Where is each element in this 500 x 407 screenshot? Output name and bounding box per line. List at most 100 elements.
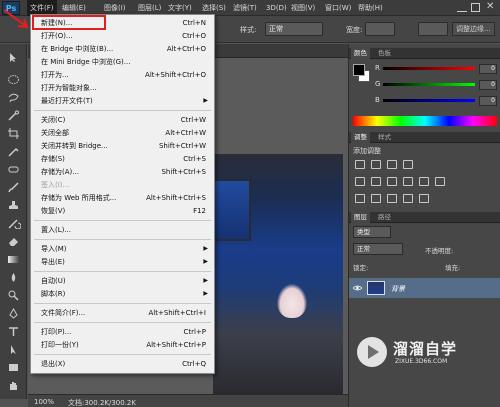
menu-item-revert[interactable]: 恢复(V) F12 xyxy=(31,205,214,217)
pen-tool-icon[interactable] xyxy=(6,308,21,319)
vibrance-icon[interactable] xyxy=(355,177,365,186)
clone-stamp-tool-icon[interactable] xyxy=(6,200,21,211)
menu-item-automate[interactable]: 自动(U) ▶ xyxy=(31,275,214,287)
eye-icon[interactable] xyxy=(353,284,362,292)
blur-tool-icon[interactable] xyxy=(6,272,21,283)
menu-item-close[interactable]: 关闭(C) Ctrl+W xyxy=(31,114,214,126)
layer-name[interactable]: 背景 xyxy=(391,284,405,294)
menu-item-export[interactable]: 导出(E) ▶ xyxy=(31,256,214,268)
gradient-map-icon[interactable] xyxy=(403,194,413,203)
levels-icon[interactable] xyxy=(371,160,381,169)
tab-adjustments[interactable]: 调整 xyxy=(351,132,370,143)
tab-paths[interactable]: 路径 xyxy=(375,212,394,223)
menu-3d[interactable]: 3D(D) xyxy=(266,0,287,16)
close-icon[interactable]: ✕ xyxy=(486,1,494,12)
canvas-image[interactable] xyxy=(213,154,343,394)
marquee-tool-icon[interactable] xyxy=(6,74,21,85)
tab-swatches[interactable]: 色板 xyxy=(375,48,394,59)
menu-item-open[interactable]: 打开(O)... Ctrl+O xyxy=(31,30,214,42)
blue-value[interactable]: 0 xyxy=(479,96,497,106)
color-spectrum[interactable] xyxy=(353,116,497,126)
shape-tool-icon[interactable] xyxy=(6,362,21,373)
width-field[interactable] xyxy=(365,22,395,36)
menu-view[interactable]: 视图(V) xyxy=(291,0,315,16)
invert-icon[interactable] xyxy=(355,194,365,203)
menu-item-scripts[interactable]: 脚本(R) ▶ xyxy=(31,288,214,300)
adjust-edge-button[interactable]: 调整边缘... xyxy=(452,22,495,36)
tab-styles[interactable]: 样式 xyxy=(375,132,394,143)
tab-layers[interactable]: 图层 xyxy=(351,212,370,223)
menu-item-save-for-web[interactable]: 存储为 Web 所用格式... Alt+Shift+Ctrl+S xyxy=(31,192,214,204)
menu-item-place[interactable]: 置入(L)... xyxy=(31,224,214,236)
menu-item-file-info[interactable]: 文件简介(F)... Alt+Shift+Ctrl+I xyxy=(31,307,214,319)
menu-item-recent-files[interactable]: 最近打开文件(T) ▶ xyxy=(31,95,214,107)
lasso-tool-icon[interactable] xyxy=(6,92,21,103)
menu-separator xyxy=(34,220,211,221)
type-tool-icon[interactable] xyxy=(6,326,21,337)
eraser-tool-icon[interactable] xyxy=(6,236,21,247)
red-slider[interactable] xyxy=(383,67,475,70)
height-field[interactable] xyxy=(418,22,448,36)
layer-row-background[interactable]: 背景 xyxy=(349,278,500,298)
crop-tool-icon[interactable] xyxy=(6,128,21,139)
threshold-icon[interactable] xyxy=(387,194,397,203)
menu-item-import[interactable]: 导入(M) ▶ xyxy=(31,243,214,255)
menu-item-close-go-bridge[interactable]: 关闭并转到 Bridge... Shift+Ctrl+W xyxy=(31,140,214,152)
menu-help[interactable]: 帮助(H) xyxy=(358,0,383,16)
menu-item-save[interactable]: 存储(S) Ctrl+S xyxy=(31,153,214,165)
posterize-icon[interactable] xyxy=(371,194,381,203)
green-value[interactable]: 0 xyxy=(479,80,497,90)
menu-item-print[interactable]: 打印(P)... Ctrl+P xyxy=(31,326,214,338)
minimize-icon[interactable] xyxy=(457,2,467,12)
tab-color[interactable]: 颜色 xyxy=(351,48,370,59)
brightness-icon[interactable] xyxy=(355,160,365,169)
fill-label: 填充: xyxy=(445,264,461,272)
submenu-arrow-icon: ▶ xyxy=(203,290,208,297)
menu-item-close-all[interactable]: 关闭全部 Alt+Ctrl+W xyxy=(31,127,214,139)
hue-saturation-icon[interactable] xyxy=(371,177,381,186)
green-slider[interactable] xyxy=(383,83,475,86)
style-select[interactable]: 正常 xyxy=(265,22,323,36)
menu-item-browse-mini-bridge[interactable]: 在 Mini Bridge 中浏览(G)... xyxy=(31,56,214,68)
color-panel-tabs: 颜色 色板 xyxy=(349,48,500,59)
dodge-tool-icon[interactable] xyxy=(6,290,21,301)
red-value[interactable]: 0 xyxy=(479,64,497,74)
play-logo-icon xyxy=(357,337,387,367)
curves-icon[interactable] xyxy=(387,160,397,169)
eyedropper-tool-icon[interactable] xyxy=(6,146,21,157)
color-balance-icon[interactable] xyxy=(387,177,397,186)
menu-item-save-as[interactable]: 存储为(A)... Shift+Ctrl+S xyxy=(31,166,214,178)
foreground-color-swatch[interactable] xyxy=(353,64,365,76)
maximize-icon[interactable] xyxy=(471,3,480,12)
quick-select-tool-icon[interactable] xyxy=(6,110,21,121)
style-label: 样式: xyxy=(240,26,257,34)
layer-filter-select[interactable]: 类型 xyxy=(353,226,391,238)
layer-thumbnail xyxy=(367,281,385,295)
healing-brush-tool-icon[interactable] xyxy=(6,164,21,175)
exposure-icon[interactable] xyxy=(403,160,413,169)
menu-item-open-as[interactable]: 打开为... Alt+Shift+Ctrl+O xyxy=(31,69,214,81)
brush-tool-icon[interactable] xyxy=(6,182,21,193)
path-select-tool-icon[interactable] xyxy=(6,344,21,355)
menu-item-browse-bridge[interactable]: 在 Bridge 中浏览(B)... Alt+Ctrl+O xyxy=(31,43,214,55)
move-tool-icon[interactable] xyxy=(6,52,21,63)
blue-slider[interactable] xyxy=(383,99,475,102)
menu-item-exit[interactable]: 退出(X) Ctrl+Q xyxy=(31,358,214,370)
hand-tool-icon[interactable] xyxy=(6,380,21,391)
history-brush-tool-icon[interactable] xyxy=(6,218,21,229)
status-bar: 100% 文档:300.2K/300.2K xyxy=(28,394,348,407)
blend-mode-select[interactable]: 正常 xyxy=(353,243,403,255)
zoom-level[interactable]: 100% xyxy=(34,398,54,406)
watermark-url: ZIXUE.3D66.COM xyxy=(395,358,448,365)
menu-item-check-in[interactable]: 签入(I)... xyxy=(31,179,214,191)
menu-item-print-one[interactable]: 打印一份(Y) Alt+Shift+Ctrl+P xyxy=(31,339,214,351)
gradient-tool-icon[interactable] xyxy=(6,254,21,265)
selective-color-icon[interactable] xyxy=(419,194,429,203)
menu-window[interactable]: 窗口(W) xyxy=(325,0,351,16)
menu-item-open-smart-object[interactable]: 打开为智能对象... xyxy=(31,82,214,94)
photo-filter-icon[interactable] xyxy=(419,177,429,186)
menu-filter[interactable]: 滤镜(T) xyxy=(233,0,257,16)
black-white-icon[interactable] xyxy=(403,177,413,186)
opacity-label: 不透明度: xyxy=(425,247,454,255)
channel-mixer-icon[interactable] xyxy=(435,177,445,186)
